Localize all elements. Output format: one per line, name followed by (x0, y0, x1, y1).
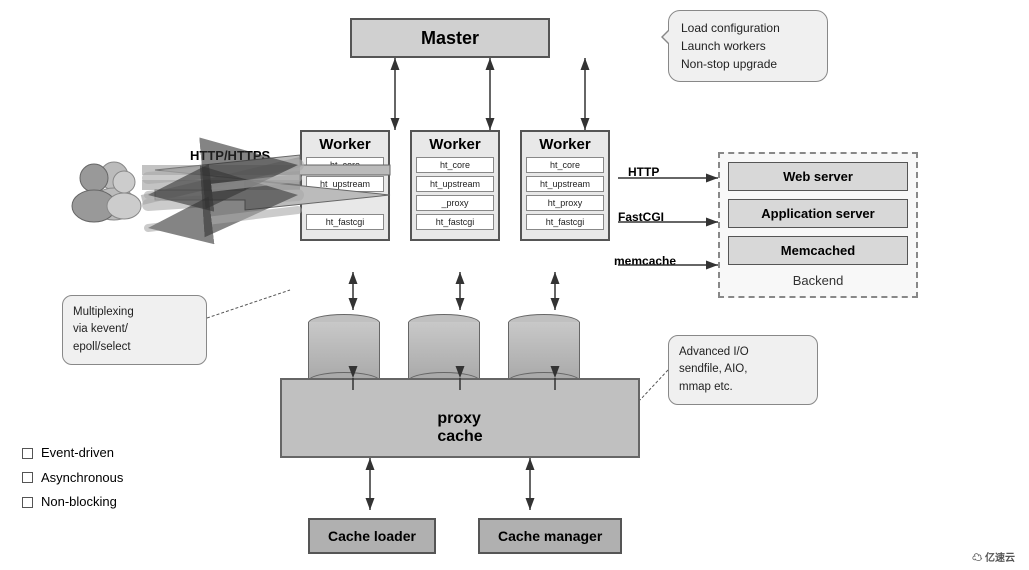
legend-item-1: Event-driven (22, 441, 123, 466)
worker-module-1-3 (306, 195, 384, 211)
http-https-label: HTTP/HTTPS (190, 148, 270, 163)
memcache-protocol-label: memcache (614, 254, 676, 268)
proxy-cache-box: proxycache (280, 378, 640, 458)
legend-text-2: Asynchronous (41, 466, 123, 491)
worker-title-3: Worker (526, 136, 604, 153)
worker-module-2-1: ht_core (416, 157, 494, 173)
worker-module-2-2: ht_upstream (416, 176, 494, 192)
worker-box-1: Worker ht_core ht_upstream ht_fastcgi (300, 130, 390, 241)
cache-loader-box: Cache loader (308, 518, 436, 554)
legend-item-2: Asynchronous (22, 466, 123, 491)
worker-box-3: Worker ht_core ht_upstream ht_proxy ht_f… (520, 130, 610, 241)
legend-square-1 (22, 448, 33, 459)
cache-manager-box: Cache manager (478, 518, 622, 554)
worker-module-1-1: ht_core (306, 157, 384, 173)
worker-module-3-4: ht_fastcgi (526, 214, 604, 230)
memcached-box: Memcached (728, 236, 908, 265)
backend-label: Backend (728, 273, 908, 288)
callout-line2: Launch workers (681, 39, 766, 53)
worker-module-3-1: ht_core (526, 157, 604, 173)
legend: Event-driven Asynchronous Non-blocking (22, 441, 123, 515)
diagram-container: Master Load configuration Launch workers… (0, 0, 1029, 570)
legend-square-3 (22, 497, 33, 508)
backend-section: Web server Application server Memcached … (718, 152, 918, 298)
web-server-box: Web server (728, 162, 908, 191)
worker-module-3-2: ht_upstream (526, 176, 604, 192)
legend-text-3: Non-blocking (41, 490, 117, 515)
multiplexing-callout: Multiplexingvia kevent/epoll/select (62, 295, 207, 365)
worker-module-1-2: ht_upstream (306, 176, 384, 192)
legend-text-1: Event-driven (41, 441, 114, 466)
worker-title-2: Worker (416, 136, 494, 153)
users-icon (62, 148, 142, 228)
callout-top: Load configuration Launch workers Non-st… (668, 10, 828, 82)
master-label: Master (421, 28, 479, 49)
advanced-io-callout: Advanced I/Osendfile, AIO,mmap etc. (668, 335, 818, 405)
worker-module-2-3: _proxy (416, 195, 494, 211)
legend-square-2 (22, 472, 33, 483)
master-box: Master (350, 18, 550, 58)
watermark: ☁ 亿速云 (972, 549, 1015, 564)
worker-title-1: Worker (306, 136, 384, 153)
worker-area: Worker ht_core ht_upstream ht_fastcgi Wo… (300, 130, 610, 241)
http-protocol-label: HTTP (628, 165, 659, 179)
fastcgi-protocol-label: FastCGI (618, 210, 664, 224)
worker-box-2: Worker ht_core ht_upstream _proxy ht_fas… (410, 130, 500, 241)
callout-line1: Load configuration (681, 21, 780, 35)
application-server-box: Application server (728, 199, 908, 228)
worker-module-2-4: ht_fastcgi (416, 214, 494, 230)
worker-module-1-4: ht_fastcgi (306, 214, 384, 230)
proxy-cache-label: proxycache (437, 410, 482, 446)
callout-line3: Non-stop upgrade (681, 57, 777, 71)
worker-module-3-3: ht_proxy (526, 195, 604, 211)
legend-item-3: Non-blocking (22, 490, 123, 515)
